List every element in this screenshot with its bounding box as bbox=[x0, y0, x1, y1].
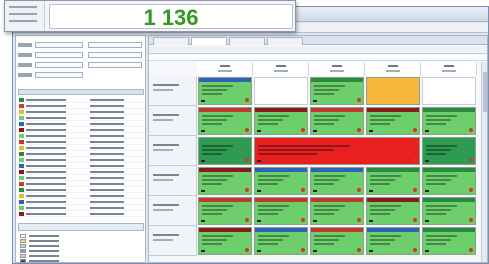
vertical-scrollbar[interactable] bbox=[481, 62, 487, 262]
filter-field[interactable] bbox=[35, 72, 83, 78]
schedule-block[interactable] bbox=[366, 227, 420, 255]
app-window bbox=[12, 6, 489, 264]
schedule-block[interactable] bbox=[254, 197, 308, 225]
total-popup: 1 136 bbox=[4, 0, 296, 32]
schedule-block[interactable] bbox=[254, 77, 308, 105]
schedule-block[interactable] bbox=[198, 77, 252, 105]
filter-field[interactable] bbox=[88, 42, 142, 48]
schedule-block[interactable] bbox=[254, 107, 308, 135]
tab[interactable] bbox=[153, 37, 189, 45]
form-row bbox=[18, 52, 144, 58]
legend-header bbox=[18, 223, 144, 231]
day-column-header[interactable] bbox=[197, 62, 253, 76]
schedule-block[interactable] bbox=[422, 227, 476, 255]
legend-item bbox=[18, 259, 144, 264]
schedule-block[interactable] bbox=[422, 167, 476, 195]
tab[interactable] bbox=[229, 37, 265, 45]
day-column-header[interactable] bbox=[365, 62, 421, 76]
schedule-block[interactable] bbox=[254, 227, 308, 255]
view-toolbar bbox=[149, 46, 487, 54]
schedule-block[interactable] bbox=[310, 227, 364, 255]
day-column-header[interactable] bbox=[421, 62, 477, 76]
schedule-block[interactable] bbox=[422, 137, 476, 165]
schedule-grid bbox=[149, 62, 487, 262]
left-panel bbox=[15, 35, 146, 263]
resource-row-label[interactable] bbox=[149, 196, 197, 226]
filter-field[interactable] bbox=[88, 62, 142, 68]
schedule-block[interactable] bbox=[310, 77, 364, 105]
resource-row-label[interactable] bbox=[149, 166, 197, 196]
list-header bbox=[18, 89, 144, 95]
hours-row bbox=[149, 55, 487, 61]
planning-panel bbox=[148, 35, 488, 263]
filter-field[interactable] bbox=[88, 52, 142, 58]
schedule-block[interactable] bbox=[366, 167, 420, 195]
popup-sidebar bbox=[5, 1, 45, 31]
tab-strip bbox=[149, 36, 487, 45]
schedule-block[interactable] bbox=[310, 107, 364, 135]
tab[interactable] bbox=[267, 37, 303, 45]
schedule-block[interactable] bbox=[422, 107, 476, 135]
schedule-block[interactable] bbox=[254, 137, 420, 165]
tab-active[interactable] bbox=[191, 37, 227, 45]
schedule-block[interactable] bbox=[422, 197, 476, 225]
filter-field[interactable] bbox=[35, 42, 83, 48]
schedule-block[interactable] bbox=[310, 167, 364, 195]
schedule-block[interactable] bbox=[366, 197, 420, 225]
resource-row-label[interactable] bbox=[149, 226, 197, 256]
filter-field[interactable] bbox=[35, 52, 83, 58]
schedule-block[interactable] bbox=[198, 107, 252, 135]
schedule-block[interactable] bbox=[310, 197, 364, 225]
schedule-block[interactable] bbox=[422, 77, 476, 105]
day-column-header[interactable] bbox=[309, 62, 365, 76]
form-row bbox=[18, 62, 144, 68]
form-row bbox=[18, 72, 144, 78]
filter-field[interactable] bbox=[35, 62, 83, 68]
form-row bbox=[18, 42, 144, 48]
schedule-block[interactable] bbox=[198, 227, 252, 255]
schedule-block[interactable] bbox=[366, 107, 420, 135]
total-value: 1 136 bbox=[49, 4, 293, 30]
scroll-thumb[interactable] bbox=[483, 72, 487, 112]
schedule-block[interactable] bbox=[198, 197, 252, 225]
list-item[interactable] bbox=[18, 211, 144, 217]
day-column-header[interactable] bbox=[253, 62, 309, 76]
schedule-block[interactable] bbox=[366, 77, 420, 105]
resource-row-label[interactable] bbox=[149, 136, 197, 166]
resource-row-label[interactable] bbox=[149, 76, 197, 106]
resource-row-label[interactable] bbox=[149, 106, 197, 136]
schedule-block[interactable] bbox=[198, 137, 252, 165]
schedule-block[interactable] bbox=[254, 167, 308, 195]
schedule-block[interactable] bbox=[198, 167, 252, 195]
